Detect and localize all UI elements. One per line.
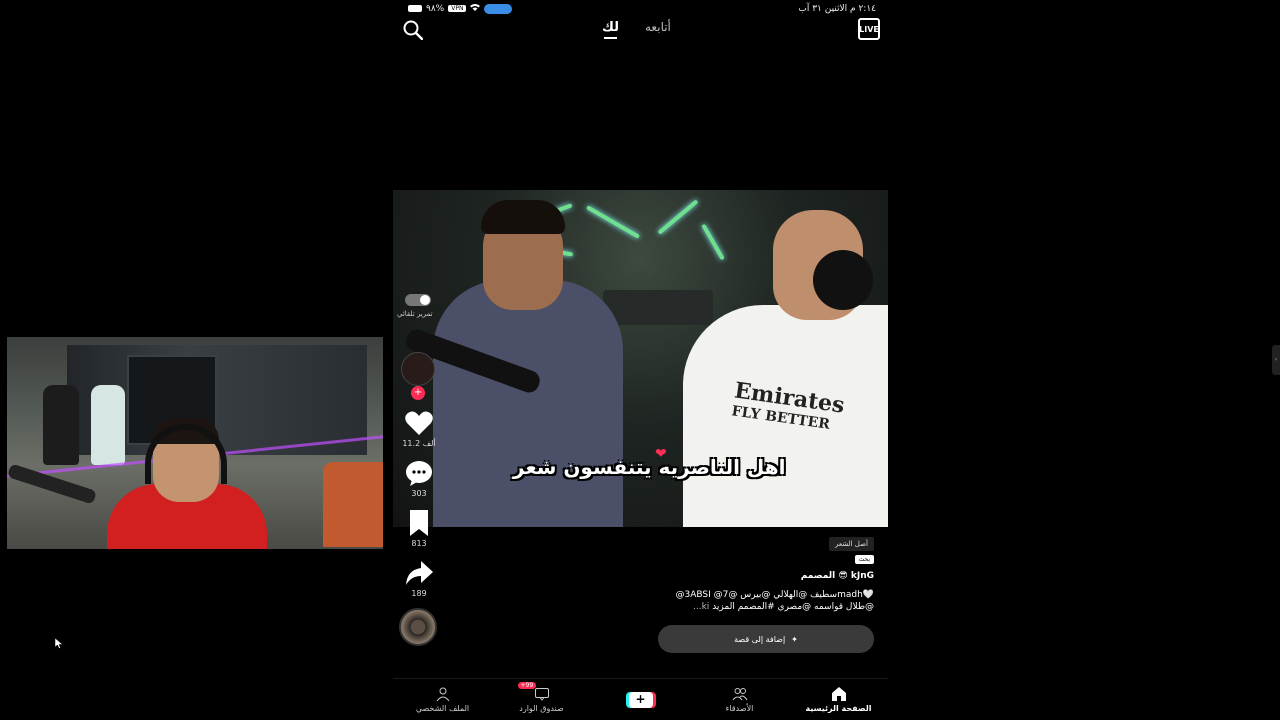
status-indicators: ٩٨% VPN (408, 3, 513, 14)
mouse-cursor-icon (54, 634, 64, 653)
live-button[interactable]: LIVE (858, 18, 880, 40)
wifi-icon (470, 3, 481, 14)
save-button[interactable]: 813 (399, 508, 439, 548)
top-nav: LIVE أتابعه لك (393, 14, 888, 44)
bookmark-icon (404, 508, 434, 538)
follow-plus-icon[interactable]: + (411, 386, 425, 400)
background-monitor (603, 290, 713, 325)
music-disc[interactable] (399, 608, 437, 646)
status-datetime: ٢:١٤ م الاثنين ٣١ آب (798, 4, 876, 14)
vpn-badge: VPN (448, 5, 467, 12)
comment-button[interactable]: 303 (399, 458, 439, 498)
like-count: 11.2 ألف (402, 439, 436, 448)
share-count: 189 (411, 589, 427, 598)
friends-icon (732, 686, 748, 702)
sparkle-icon: ✦ (791, 634, 798, 644)
share-button[interactable]: 189 (399, 558, 439, 598)
nav-home-label: الصفحة الرئيسية (805, 704, 872, 713)
nav-inbox-label: صندوق الوارد (519, 704, 564, 713)
sofa (323, 462, 383, 547)
autoscroll-label: تمرير تلقائي (397, 310, 433, 318)
caption-line2: @طلال قواسمه @مصري #المصمم المزيد (712, 602, 874, 612)
nav-friends-label: الأصدقاء (725, 704, 754, 713)
bottom-nav: الصفحة الرئيسية الأصدقاء + 99+ صندوق الو… (393, 678, 888, 720)
post-description: أصل الشعر بحث kJnG 😎 المصمم 🤍madhسطيف @ا… (644, 537, 874, 613)
add-to-story-button[interactable]: ✦ إضافة إلى قصة (658, 625, 874, 653)
person-left-hair (481, 200, 565, 234)
streamer (107, 418, 267, 549)
person-left (433, 280, 623, 527)
battery-level: ٩٨% (426, 3, 445, 14)
tab-following[interactable]: أتابعه (645, 20, 671, 34)
comment-count: 303 (411, 489, 427, 498)
headphones (813, 250, 873, 310)
nav-friends[interactable]: الأصدقاء (700, 686, 780, 713)
inbox-badge: 99+ (517, 682, 537, 689)
neon-lights (533, 199, 753, 280)
nav-home[interactable]: الصفحة الرئيسية (799, 686, 879, 713)
creator-avatar[interactable] (401, 352, 435, 386)
phone-screen: ٢:١٤ م الاثنين ٣١ آب ٩٨% VPN LIVE أتابعه… (393, 0, 888, 720)
nav-inbox[interactable]: 99+ صندوق الوارد (502, 682, 582, 713)
search-icon[interactable] (403, 20, 424, 41)
add-to-story-label: إضافة إلى قصة (734, 634, 786, 644)
autoscroll-toggle[interactable] (405, 294, 431, 306)
tab-for-you[interactable]: لك (602, 20, 619, 39)
gaming-chair-black (43, 385, 79, 465)
heart-icon (404, 408, 434, 438)
webcam-overlay (7, 337, 383, 549)
save-count: 813 (411, 539, 427, 548)
share-icon (404, 558, 434, 588)
inbox-icon (534, 686, 550, 702)
battery-icon (408, 5, 422, 12)
home-icon (831, 686, 847, 702)
nav-profile-label: الملف الشخصي (415, 704, 470, 713)
comment-icon (404, 458, 434, 488)
side-panel-handle[interactable]: ‹ (1272, 345, 1280, 375)
caption-more[interactable]: ki... (693, 602, 709, 612)
author-name[interactable]: kJnG 😎 المصمم (644, 571, 874, 581)
post-caption: 🤍madhسطيف @الهلالي @بيرس @7@ 3ABSI@ @طلا… (644, 589, 874, 613)
screen-cast-indicator (484, 3, 513, 14)
video-player[interactable]: Emirates FLY BETTER ❤ اهل الناصريه يتنفس… (393, 190, 888, 527)
nav-create[interactable]: + (601, 691, 681, 708)
video-caption-overlay: اهل الناصريه يتنفسون شعر (513, 455, 786, 479)
live-label: LIVE (859, 24, 879, 34)
tag-search[interactable]: بحث (854, 555, 874, 564)
plus-icon: + (628, 691, 653, 708)
caption-line1: 🤍madhسطيف @الهلالي @بيرس @7@ 3ABSI@ (675, 590, 874, 600)
nav-profile[interactable]: الملف الشخصي (403, 686, 483, 713)
profile-icon (435, 686, 451, 702)
like-button[interactable]: 11.2 ألف (399, 408, 439, 448)
tag-original[interactable]: أصل الشعر (829, 537, 874, 551)
